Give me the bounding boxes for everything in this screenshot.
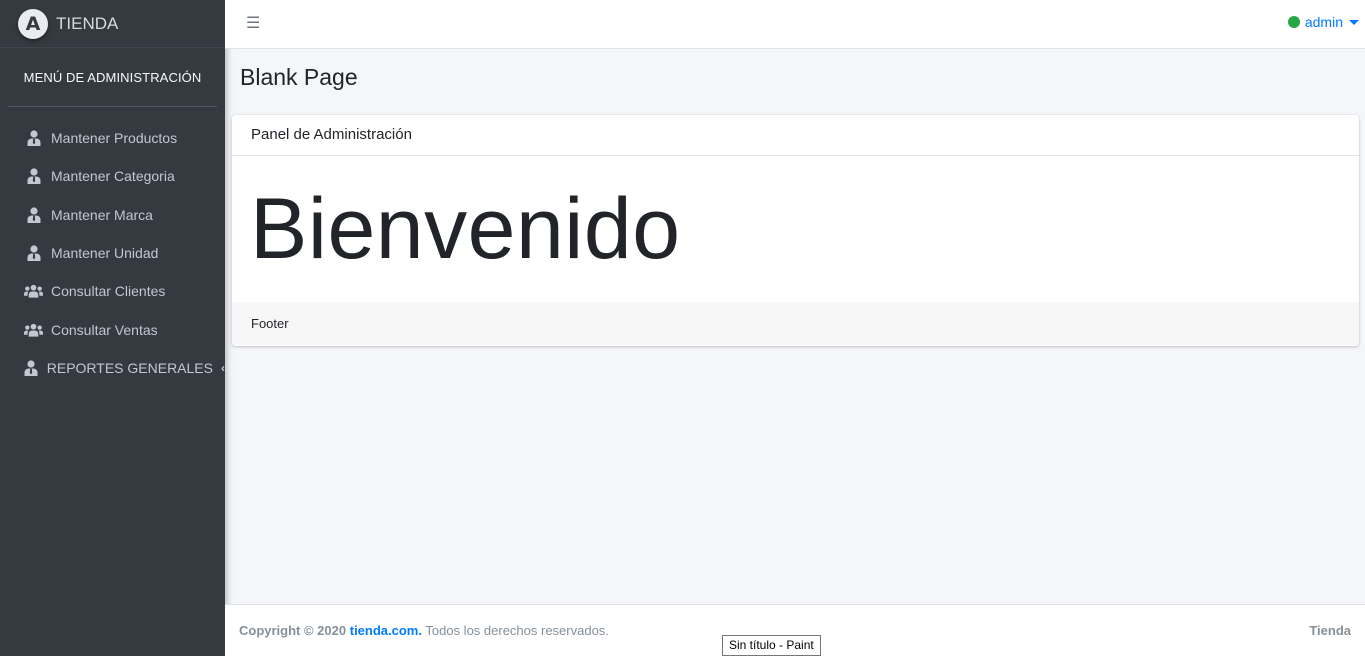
top-navbar: ☰ admin bbox=[225, 0, 1365, 49]
user-tie-icon bbox=[24, 360, 39, 376]
card-footer: Footer bbox=[232, 302, 1359, 345]
sidebar-item-label: Mantener Categoria bbox=[51, 168, 175, 185]
users-icon bbox=[24, 322, 43, 338]
brand-name: TIENDA bbox=[56, 13, 119, 33]
online-status-icon bbox=[1287, 16, 1300, 28]
user-tie-icon bbox=[24, 207, 43, 223]
rights-text: Todos los derechos reservados. bbox=[425, 623, 609, 638]
sidebar-item-mantener-unidad[interactable]: Mantener Unidad bbox=[0, 234, 225, 272]
sidebar-item-reportes-generales[interactable]: REPORTES GENERALES ‹ bbox=[0, 349, 225, 387]
sidebar-item-label: Mantener Marca bbox=[51, 206, 153, 223]
sidebar-item-label: Consultar Ventas bbox=[51, 321, 158, 338]
caret-down-icon bbox=[1349, 19, 1359, 25]
card-header: Panel de Administración bbox=[232, 115, 1359, 156]
sidebar-item-consultar-clientes[interactable]: Consultar Clientes bbox=[0, 272, 225, 310]
user-name: admin bbox=[1304, 14, 1343, 30]
sidebar-item-mantener-categoria[interactable]: Mantener Categoria bbox=[0, 157, 225, 195]
user-dropdown[interactable]: admin bbox=[1287, 14, 1359, 30]
admin-panel-card: Panel de Administración Bienvenido Foote… bbox=[232, 115, 1359, 346]
sidebar: A TIENDA MENÚ DE ADMINISTRACIÓN Mantener… bbox=[0, 0, 225, 656]
chevron-left-icon: ‹ bbox=[221, 360, 225, 375]
user-tie-icon bbox=[24, 168, 43, 185]
site-link[interactable]: tienda.com. bbox=[350, 623, 422, 638]
sidebar-item-mantener-marca[interactable]: Mantener Marca bbox=[0, 196, 225, 234]
page-title: Blank Page bbox=[240, 64, 358, 90]
welcome-text: Bienvenido bbox=[250, 181, 681, 277]
user-tie-icon bbox=[24, 245, 43, 262]
sidebar-nav: Mantener Productos Mantener Categoria Ma… bbox=[0, 119, 225, 387]
sidebar-item-consultar-ventas[interactable]: Consultar Ventas bbox=[0, 310, 225, 348]
menu-header: MENÚ DE ADMINISTRACIÓN bbox=[8, 48, 217, 107]
taskbar-tooltip: Sin título - Paint bbox=[722, 635, 821, 656]
brand-logo-letter: A bbox=[25, 12, 41, 35]
menu-toggle-icon[interactable]: ☰ bbox=[246, 13, 260, 33]
brand-link[interactable]: A TIENDA bbox=[0, 0, 225, 48]
card-body: Bienvenido bbox=[232, 156, 1359, 302]
brand-logo: A bbox=[18, 8, 48, 39]
sidebar-item-label: Mantener Productos bbox=[51, 130, 178, 147]
copyright-text: Copyright © 2020 bbox=[239, 623, 347, 638]
sidebar-item-label: Consultar Clientes bbox=[51, 283, 166, 300]
users-icon bbox=[24, 283, 43, 299]
footer-brand: Tienda bbox=[1309, 623, 1351, 638]
sidebar-item-mantener-productos[interactable]: Mantener Productos bbox=[0, 119, 225, 157]
user-tie-icon bbox=[24, 130, 43, 147]
sidebar-item-label: Mantener Unidad bbox=[51, 245, 159, 262]
sidebar-item-label: REPORTES GENERALES bbox=[46, 359, 213, 376]
